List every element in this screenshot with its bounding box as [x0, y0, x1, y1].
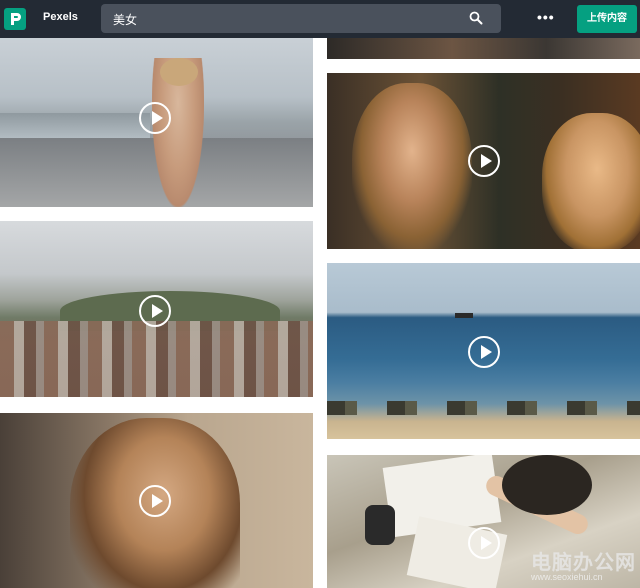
video-thumbnail-two-women[interactable] [327, 73, 640, 249]
more-menu-button[interactable]: ••• [537, 9, 555, 25]
search-bar[interactable]: 美女 [101, 4, 501, 33]
video-thumbnail-city-aerial[interactable] [0, 221, 313, 397]
search-input[interactable]: 美女 [113, 11, 137, 28]
pexels-logo-icon[interactable] [4, 8, 26, 30]
scene-boat [455, 313, 473, 318]
scene-mug [365, 505, 395, 545]
play-icon[interactable] [468, 527, 500, 559]
watermark-title: 电脑办公网 [531, 552, 636, 574]
top-navigation-bar: Pexels 美女 ••• 上传内容 [0, 0, 640, 38]
video-thumbnail-partial-top[interactable] [327, 38, 640, 59]
scene-rocks [327, 401, 640, 415]
play-icon[interactable] [468, 145, 500, 177]
video-thumbnail-beach-road[interactable] [0, 38, 313, 207]
video-thumbnail-woman-sunglasses[interactable] [0, 413, 313, 588]
scene-face [542, 113, 640, 249]
play-icon[interactable] [139, 295, 171, 327]
scene-hair [502, 455, 592, 515]
watermark-url: www.seoxiehui.cn [531, 572, 603, 582]
play-icon[interactable] [139, 102, 171, 134]
play-icon[interactable] [468, 336, 500, 368]
search-icon[interactable] [469, 11, 483, 25]
play-icon[interactable] [139, 485, 171, 517]
scene-hair [160, 58, 198, 86]
brand-name[interactable]: Pexels [43, 11, 78, 23]
video-thumbnail-ocean-shore[interactable] [327, 263, 640, 439]
upload-button[interactable]: 上传内容 [577, 5, 637, 33]
scene-city [0, 321, 313, 397]
scene-face [352, 83, 472, 249]
